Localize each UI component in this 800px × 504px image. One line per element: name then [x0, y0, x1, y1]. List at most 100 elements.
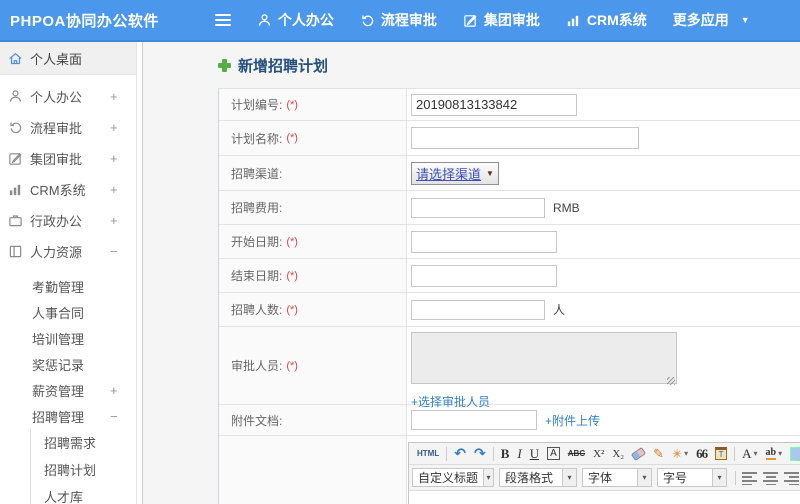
required-marker: (*): [286, 235, 298, 248]
highlight-color-button[interactable]: ab ▾: [762, 445, 787, 463]
required-marker: (*): [286, 359, 298, 372]
sidebar-item-process-approval[interactable]: 流程审批 +: [0, 112, 136, 143]
main-content: 新增招聘计划 计划编号: (*) 计划名称: (*): [143, 42, 800, 504]
font-color-button[interactable]: A ▾: [738, 445, 761, 463]
align-right-icon[interactable]: [784, 470, 799, 485]
edit-square-icon: [463, 13, 478, 28]
hr-submenu: 考勤管理 人事合同 培训管理 奖惩记录 薪资管理 + 招聘管理 − 招聘需求 招…: [0, 273, 136, 504]
expand-plus-icon[interactable]: +: [110, 89, 136, 104]
sidebar-item-desktop[interactable]: 个人桌面: [0, 42, 136, 75]
font-size-select[interactable]: 字号 ▾: [657, 468, 727, 487]
subscript-button[interactable]: X₂: [608, 445, 628, 463]
strikethrough-button[interactable]: ABC: [564, 445, 589, 463]
paste-icon[interactable]: T: [711, 445, 731, 463]
field-label: 招聘费用:: [231, 201, 283, 215]
sidebar-item-crm[interactable]: CRM系统 +: [0, 174, 136, 205]
sidebar-item-rewards[interactable]: 奖惩记录: [0, 351, 136, 377]
briefcase-icon: [8, 213, 23, 228]
expand-plus-icon[interactable]: +: [110, 151, 136, 166]
collapse-minus-icon[interactable]: −: [110, 244, 136, 259]
approvers-textarea[interactable]: [411, 332, 677, 384]
dropdown-caret-icon: ▾: [753, 449, 758, 458]
nav-crm-system[interactable]: CRM系统: [566, 10, 647, 30]
font-box-button[interactable]: A: [543, 445, 564, 463]
sidebar-item-talent-pool[interactable]: 人才库: [31, 483, 136, 504]
sidebar-item-attendance[interactable]: 考勤管理: [0, 273, 136, 299]
field-label: 开始日期:: [231, 235, 283, 249]
sidebar-item-group-approval[interactable]: 集团审批 +: [0, 143, 136, 174]
headcount-input[interactable]: [411, 299, 545, 320]
end-date-input[interactable]: [411, 264, 557, 287]
font-family-select[interactable]: 字体 ▾: [582, 468, 652, 487]
collapse-minus-icon[interactable]: −: [110, 409, 136, 424]
underline-button[interactable]: U: [526, 445, 543, 463]
dropdown-caret-icon: ▾: [684, 449, 689, 458]
recruit-plan-form: 计划编号: (*) 计划名称: (*) 招聘渠道:: [218, 88, 800, 504]
form-row-attachment: 附件文档: +附件上传: [219, 405, 800, 436]
bar-chart-icon: [566, 13, 581, 28]
recruit-submenu: 招聘需求 招聘计划 人才库: [30, 429, 136, 504]
chevron-down-icon[interactable]: ▼: [741, 15, 750, 25]
undo-icon[interactable]: ↶: [450, 445, 470, 463]
align-center-icon[interactable]: [763, 470, 778, 485]
rich-text-editor: HTML ↶ ↷ B I U A ABC X² X₂ ✎ ✳ ▾ 66 T A …: [408, 442, 800, 504]
hamburger-menu-icon[interactable]: [214, 14, 231, 26]
channel-select[interactable]: 请选择渠道 ▼: [411, 161, 499, 185]
blockquote-button[interactable]: 66: [692, 445, 711, 463]
form-row-approvers: 审批人员: (*) +选择审批人员: [219, 327, 800, 409]
expand-plus-icon[interactable]: +: [110, 213, 136, 228]
sidebar-item-hr-contract[interactable]: 人事合同: [0, 299, 136, 325]
editor-content-area[interactable]: [409, 491, 800, 504]
form-row-channel: 招聘渠道: 请选择渠道 ▼: [219, 156, 800, 191]
dropdown-caret-icon: ▾: [712, 469, 726, 486]
nav-process-approval[interactable]: 流程审批: [360, 10, 437, 30]
sidebar-item-training[interactable]: 培训管理: [0, 325, 136, 351]
html-source-button[interactable]: HTML: [413, 445, 443, 463]
sidebar-item-hr[interactable]: 人力资源 −: [0, 236, 136, 267]
sidebar-item-recruit-demand[interactable]: 招聘需求: [31, 429, 136, 456]
color-palette-icon[interactable]: ✳ ▾: [668, 445, 692, 463]
dropdown-caret-icon: ▾: [778, 449, 783, 458]
top-nav: 个人办公 流程审批 集团审批 CRM系统 更多应用 ▼: [257, 10, 750, 30]
redo-icon[interactable]: ↷: [470, 445, 490, 463]
sidebar-item-recruit-mgmt[interactable]: 招聘管理 −: [0, 403, 136, 429]
sidebar-item-personal-office[interactable]: 个人办公 +: [0, 81, 136, 112]
expand-plus-icon[interactable]: +: [110, 120, 136, 135]
nav-personal-office[interactable]: 个人办公: [257, 10, 334, 30]
align-left-icon[interactable]: [742, 470, 757, 485]
expand-plus-icon[interactable]: +: [110, 383, 136, 398]
required-marker: (*): [286, 98, 298, 111]
field-label: 审批人员:: [231, 359, 283, 373]
editor-toolbar-row2: 自定义标题 ▾ 段落格式 ▾ 字体 ▾ 字号 ▾: [409, 465, 800, 491]
plan-number-input[interactable]: [411, 93, 577, 116]
form-row-end-date: 结束日期: (*): [219, 259, 800, 293]
sidebar-item-admin-office[interactable]: 行政办公 +: [0, 205, 136, 236]
plan-name-input[interactable]: [411, 127, 639, 149]
format-brush-icon[interactable]: ✎: [649, 445, 668, 463]
editor-toolbar-row1: HTML ↶ ↷ B I U A ABC X² X₂ ✎ ✳ ▾ 66 T A …: [409, 443, 800, 465]
cost-input[interactable]: [411, 197, 545, 218]
attachment-upload-link[interactable]: +附件上传: [545, 412, 600, 429]
sidebar-item-recruit-plan[interactable]: 招聘计划: [31, 456, 136, 483]
paragraph-format-select[interactable]: 段落格式 ▾: [499, 468, 577, 487]
form-row-editor: HTML ↶ ↷ B I U A ABC X² X₂ ✎ ✳ ▾ 66 T A …: [219, 436, 800, 504]
edit-square-icon: [8, 151, 23, 166]
nav-group-approval[interactable]: 集团审批: [463, 10, 540, 30]
nav-more-apps[interactable]: 更多应用: [673, 10, 729, 30]
eraser-icon[interactable]: [628, 445, 649, 463]
person-icon: [8, 89, 23, 104]
home-icon: [8, 51, 23, 66]
image-button[interactable]: [786, 445, 800, 463]
process-icon: [8, 120, 23, 135]
start-date-input[interactable]: [411, 230, 557, 253]
field-label: 计划名称:: [231, 131, 283, 146]
italic-button[interactable]: I: [513, 445, 525, 463]
expand-plus-icon[interactable]: +: [110, 182, 136, 197]
page-title: 新增招聘计划: [218, 55, 328, 76]
form-row-cost: 招聘费用: RMB: [219, 191, 800, 225]
superscript-button[interactable]: X²: [589, 445, 608, 463]
sidebar-item-salary[interactable]: 薪资管理 +: [0, 377, 136, 403]
bold-button[interactable]: B: [497, 445, 514, 463]
custom-heading-select[interactable]: 自定义标题 ▾: [412, 468, 494, 487]
attachment-input[interactable]: [411, 410, 537, 430]
